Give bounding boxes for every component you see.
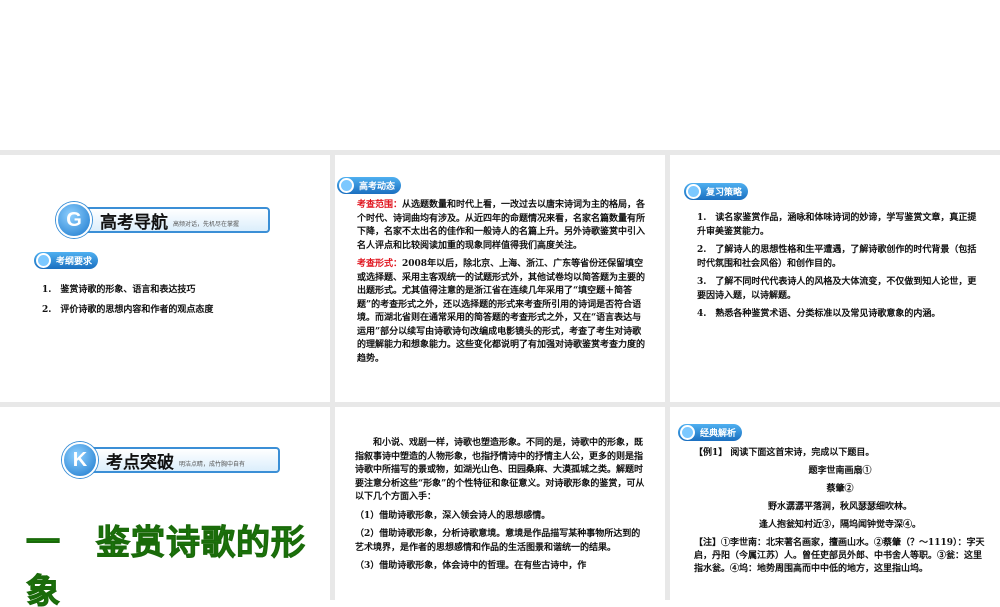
label-form: 考查形式： <box>357 259 403 269</box>
banner-title: 高考导航 <box>100 212 168 233</box>
question: 【例1】 阅读下面这首宋诗，完成以下题目。 <box>694 448 875 458</box>
list-item: （3）借助诗歌形象，体会诗中的哲理。在有些古诗中，作 <box>355 561 587 571</box>
tag-label: 复习策略 <box>706 188 743 198</box>
tag-label: 考纲要求 <box>56 257 93 267</box>
poem-author: 蔡肇② <box>826 484 854 494</box>
section-tag: 复习策略 <box>684 183 749 200</box>
banner-subtitle: 高频对话，先机尽在掌握 <box>173 220 240 228</box>
section-tag: 经典解析 <box>678 424 743 441</box>
slide-thumbnail-3[interactable]: 复习策略 1. 读名家鉴赏作品，涵咏和体味诗词的妙谛，学写鉴赏文章，真正提升审美… <box>670 155 1000 402</box>
banner-title: 考点突破 <box>106 452 174 473</box>
slide-thumbnail-2[interactable]: 高考动态 考查范围：从选题数量和时代上看，一改过去以唐宋诗词为主的格局，各个时代… <box>335 155 665 402</box>
slide-sorter: G 高考导航 高频对话，先机尽在掌握 考纲要求 1. 鉴赏诗歌的形象、语言和表达… <box>0 150 1000 607</box>
list-item: 2. 评价诗歌的思想内容和作者的观点态度 <box>42 305 214 315</box>
label-scope: 考查范围： <box>357 200 403 210</box>
disc-icon <box>686 184 701 199</box>
g-badge-icon: G <box>56 202 92 238</box>
poem-line: 野水潺潺平落涧，秋风瑟瑟细吹林。 <box>767 502 912 512</box>
poem-title: 题李世南画扇① <box>808 466 872 476</box>
list-item: 2. 了解诗人的思想性格和生平遭遇，了解诗歌创作的时代背景（包括时代氛围和社会风… <box>697 245 977 269</box>
section-banner: K 考点突破 明洁点睛，成竹胸中自有 <box>62 442 280 478</box>
disc-icon <box>36 253 51 268</box>
paragraph-scope: 考查范围：从选题数量和时代上看，一改过去以唐宋诗词为主的格局，各个时代、诗词曲均… <box>357 199 647 253</box>
disc-icon <box>680 425 695 440</box>
list-item: （2）借助诗歌形象，分析诗歌意境。意境是作品描写某种事物所达到的艺术境界，是作者… <box>355 529 641 553</box>
list-item: 3. 了解不同时代代表诗人的风格及大体流变，不仅做到知人论世，更要因诗入题，以诗… <box>697 277 977 301</box>
disc-icon <box>339 178 354 193</box>
blank-area <box>0 0 1000 150</box>
poem-line: 逢人抱瓮知村近③，隔坞闻钟觉寺深④。 <box>758 520 921 530</box>
section-banner: G 高考导航 高频对话，先机尽在掌握 <box>56 202 270 238</box>
banner-subtitle: 明洁点睛，成竹胸中自有 <box>179 460 246 468</box>
tag-label: 高考动态 <box>359 182 396 192</box>
list-item: 1. 读名家鉴赏作品，涵咏和体味诗词的妙谛，学写鉴赏文章，真正提升审美鉴赏能力。 <box>697 213 977 237</box>
note: 【注】①李世南：北宋著名画家，擅画山水。②蔡肇（？～1119）：字天启，丹阳（今… <box>694 538 985 574</box>
section-heading: 一 鉴赏诗歌的形象 <box>26 523 306 607</box>
text-form: 2008年以后，除北京、上海、浙江、广东等省份还保留填空或选择题、采用主客观统一… <box>357 259 646 364</box>
slide-thumbnail-1[interactable]: G 高考导航 高频对话，先机尽在掌握 考纲要求 1. 鉴赏诗歌的形象、语言和表达… <box>0 155 330 402</box>
k-badge-icon: K <box>62 442 98 478</box>
list-item: （1）借助诗歌形象，深入领会诗人的思想感情。 <box>355 510 551 521</box>
tag-label: 经典解析 <box>700 429 737 439</box>
list-item: 1. 鉴赏诗歌的形象、语言和表达技巧 <box>42 285 196 295</box>
slide-thumbnail-4[interactable]: K 考点突破 明洁点睛，成竹胸中自有 一 鉴赏诗歌的形象 <box>0 407 330 607</box>
section-tag: 高考动态 <box>337 177 402 194</box>
section-tag: 考纲要求 <box>34 252 99 269</box>
intro-paragraph: 和小说、戏剧一样，诗歌也塑造形象。不同的是，诗歌中的形象，既指叙事诗中塑造的人物… <box>355 438 645 502</box>
slide-thumbnail-6[interactable]: 经典解析 【例1】 阅读下面这首宋诗，完成以下题目。 题李世南画扇① 蔡肇② 野… <box>670 407 1000 607</box>
list-item: 4. 熟悉各种鉴赏术语、分类标准以及常见诗歌意象的内涵。 <box>697 309 941 319</box>
paragraph-form: 考查形式：2008年以后，除北京、上海、浙江、广东等省份还保留填空或选择题、采用… <box>357 258 647 366</box>
slide-thumbnail-5[interactable]: 和小说、戏剧一样，诗歌也塑造形象。不同的是，诗歌中的形象，既指叙事诗中塑造的人物… <box>335 407 665 607</box>
